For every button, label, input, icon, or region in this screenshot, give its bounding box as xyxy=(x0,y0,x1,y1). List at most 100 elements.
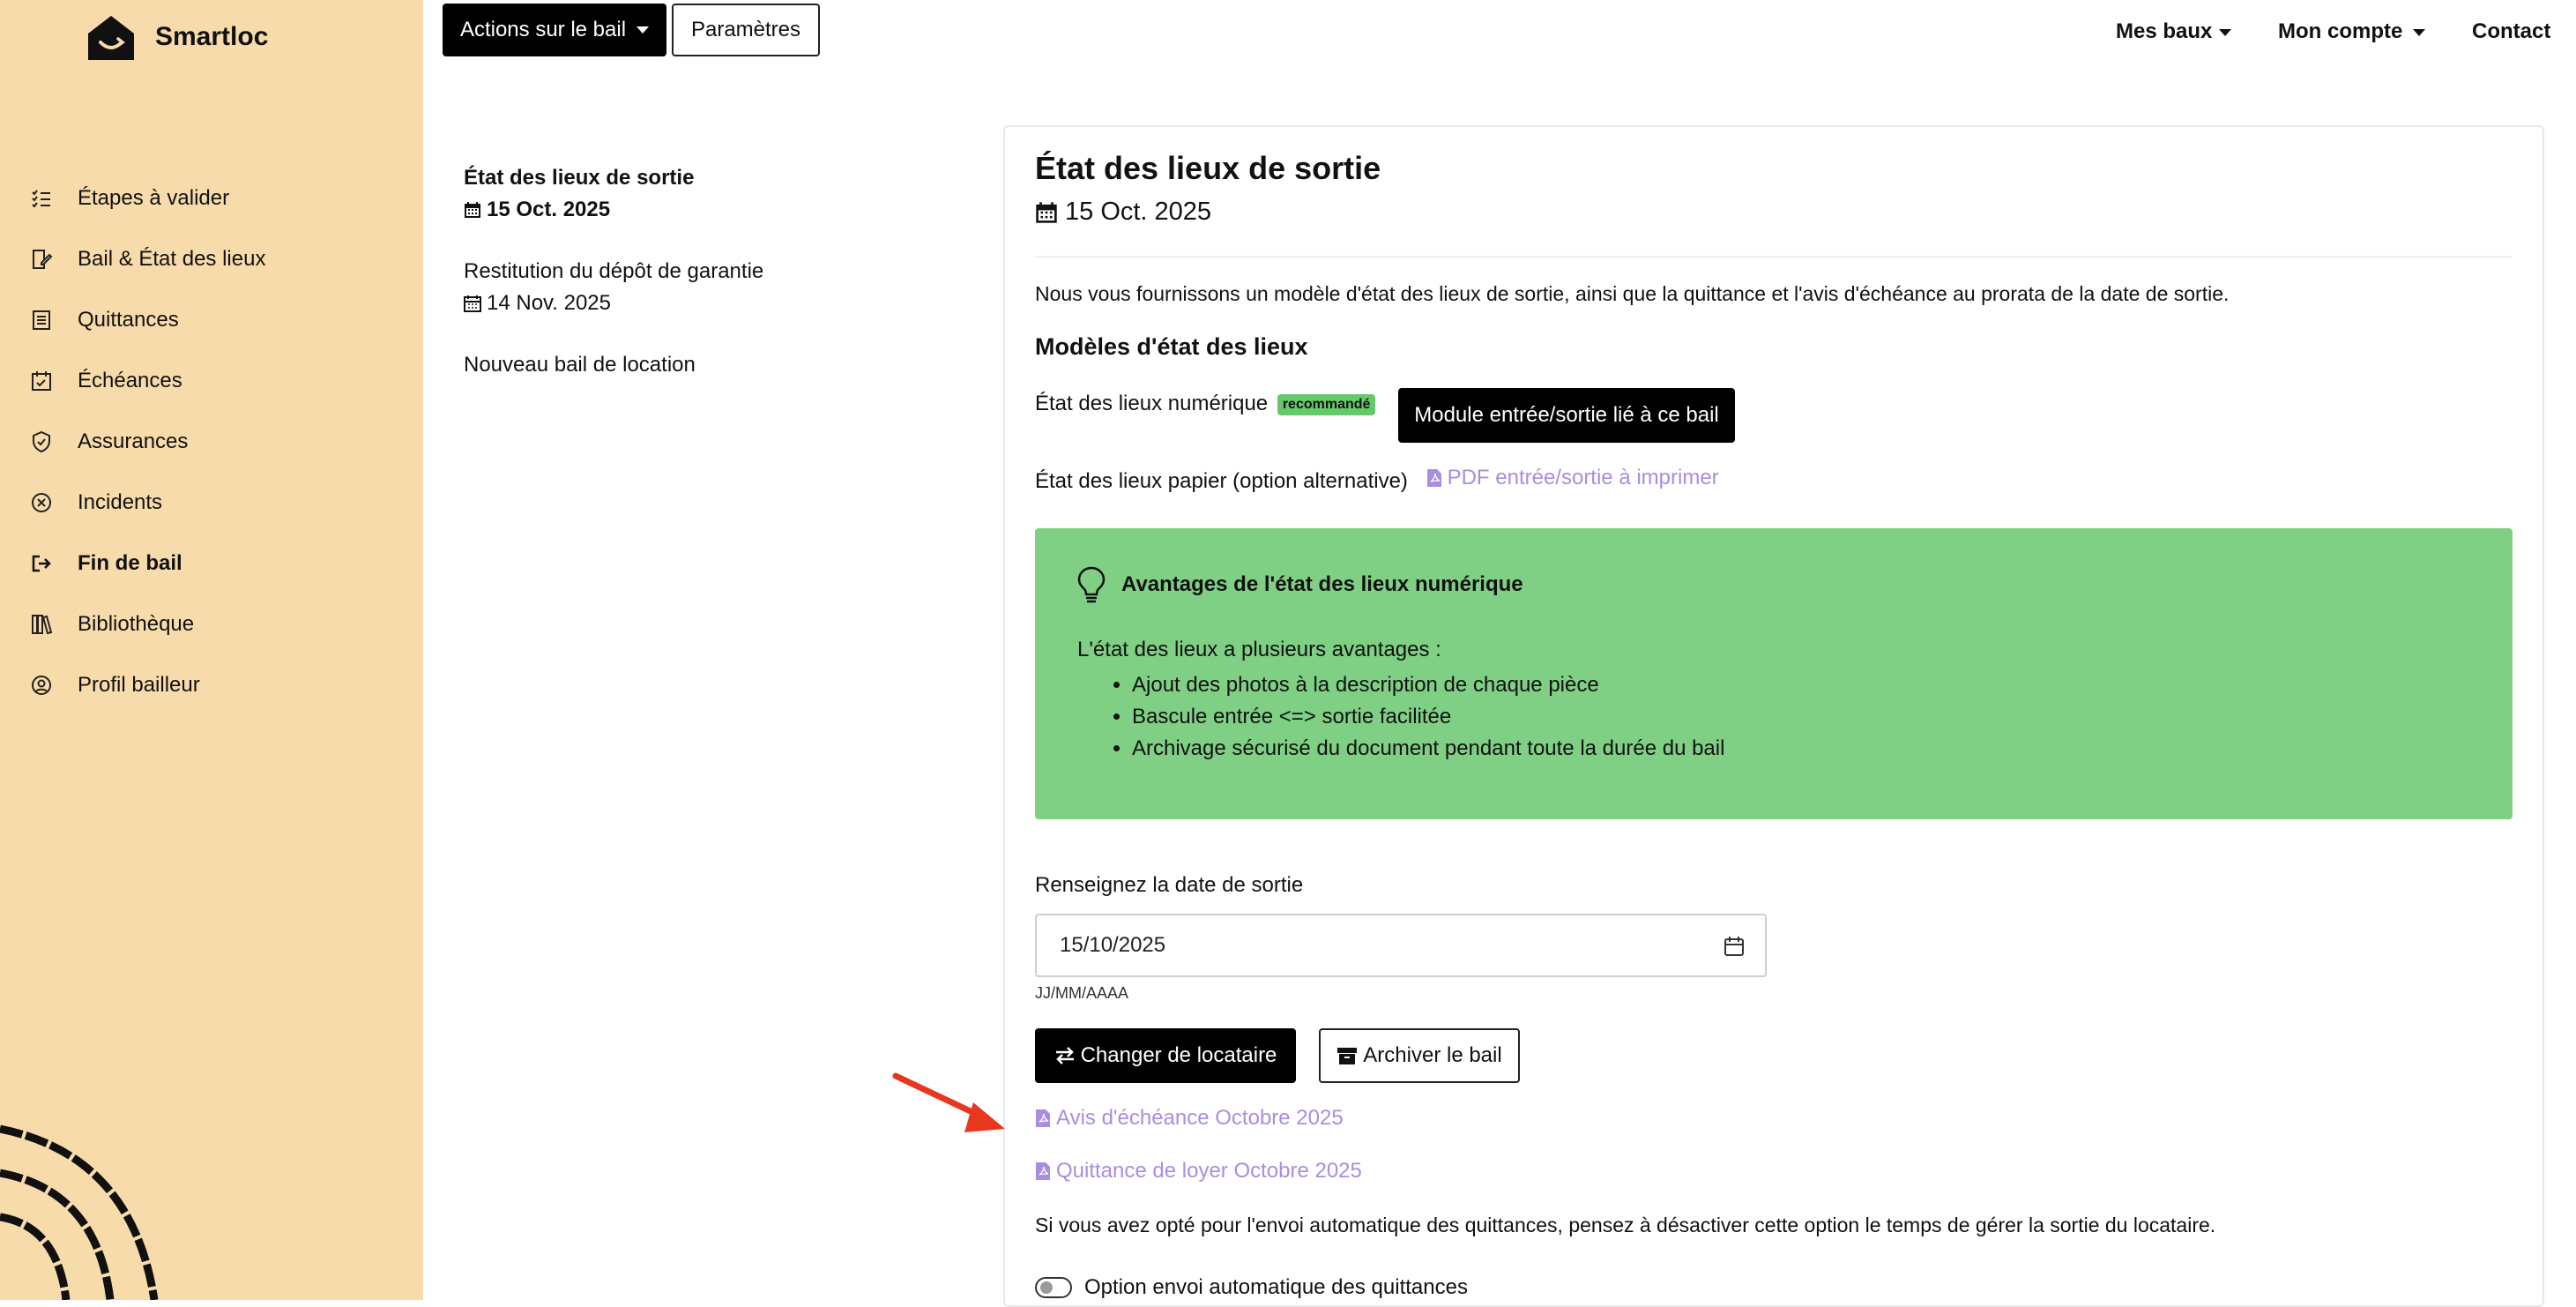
contact-label: Contact xyxy=(2472,19,2551,43)
timeline-step-title: Nouveau bail de location xyxy=(464,353,696,377)
change-tenant-label: Changer de locataire xyxy=(1080,1043,1277,1067)
caret-down-icon xyxy=(2219,28,2232,36)
sidebar-item-profil[interactable]: Profil bailleur xyxy=(30,654,265,715)
card-date-text: 15 Oct. 2025 xyxy=(1065,198,1212,226)
sidebar-item-incidents[interactable]: Incidents xyxy=(30,472,265,533)
sidebar-item-label: Fin de bail xyxy=(78,550,182,575)
receipt-icon xyxy=(30,309,53,332)
sidebar-item-echeances[interactable]: Échéances xyxy=(30,350,265,411)
exit-timeline: État des lieux de sortie 15 Oct. 2025 Re… xyxy=(464,162,957,381)
numeric-label: État des lieux numérique xyxy=(1035,392,1269,415)
checklist-icon xyxy=(30,187,53,210)
sidebar-item-label: Échéances xyxy=(78,368,182,392)
advantages-list: Ajout des photos à la description de cha… xyxy=(1132,669,1724,765)
due-notice-link-text: Avis d'échéance Octobre 2025 xyxy=(1056,1106,1344,1130)
contact-link[interactable]: Contact xyxy=(2472,19,2550,44)
notice-link-row: Avis d'échéance Octobre 2025 xyxy=(1035,1106,1344,1133)
mes-baux-label: Mes baux xyxy=(2116,19,2213,43)
brand[interactable]: Smartloc xyxy=(85,11,268,63)
recommended-badge: recommandé xyxy=(1277,393,1376,415)
sidebar-item-bail[interactable]: Bail & État des lieux xyxy=(30,228,265,289)
calendar-check-icon xyxy=(30,370,53,392)
sidebar-item-assurances[interactable]: Assurances xyxy=(30,411,265,472)
x-circle-icon xyxy=(30,491,53,514)
exit-inventory-card: État des lieux de sortie 15 Oct. 2025 No… xyxy=(1003,125,2544,1307)
pdf-file-icon xyxy=(1426,469,1441,487)
calendar-picker-icon[interactable] xyxy=(1723,935,1746,958)
advantages-title: Avantages de l'état des lieux numérique xyxy=(1121,572,1523,596)
calendar-icon xyxy=(1036,201,1057,223)
parametres-button[interactable]: Paramètres xyxy=(672,4,820,56)
module-button-label: Module entrée/sortie lié à ce bail xyxy=(1414,403,1719,427)
due-notice-link[interactable]: Avis d'échéance Octobre 2025 xyxy=(1035,1106,1344,1131)
mon-compte-label: Mon compte xyxy=(2278,19,2403,43)
sidebar-item-label: Profil bailleur xyxy=(78,672,200,697)
calendar-icon xyxy=(464,295,481,312)
exit-icon xyxy=(30,552,53,575)
exit-date-input[interactable]: 15/10/2025 xyxy=(1035,914,1767,977)
auto-send-note: Si vous avez opté pour l'envoi automatiq… xyxy=(1035,1214,2216,1236)
sidebar-item-label: Assurances xyxy=(78,429,189,453)
sidebar-item-bibliotheque[interactable]: Bibliothèque xyxy=(30,594,265,654)
actions-dropdown-button[interactable]: Actions sur le bail xyxy=(443,4,666,56)
parametres-label: Paramètres xyxy=(690,18,801,41)
swap-arrows-icon xyxy=(1055,1047,1074,1064)
lightbulb-icon xyxy=(1077,566,1106,603)
module-entree-sortie-button[interactable]: Module entrée/sortie lié à ce bail xyxy=(1398,388,1735,443)
sidebar-item-label: Étapes à valider xyxy=(78,185,230,210)
list-item: Archivage sécurisé du document pendant t… xyxy=(1132,733,1724,765)
timeline-date-text: 14 Nov. 2025 xyxy=(487,291,611,315)
paper-option-row: État des lieux papier (option alternativ… xyxy=(1035,466,1719,494)
timeline-date-text: 15 Oct. 2025 xyxy=(487,198,611,221)
rent-receipt-link-text: Quittance de loyer Octobre 2025 xyxy=(1056,1159,1362,1183)
sidebar-item-quittances[interactable]: Quittances xyxy=(30,289,265,350)
pdf-file-icon xyxy=(1036,1109,1050,1127)
sidebar: Smartloc Étapes à valider Bail & État de… xyxy=(0,0,423,1300)
paper-label: État des lieux papier (option alternativ… xyxy=(1035,469,1408,493)
timeline-step-date: 15 Oct. 2025 xyxy=(464,194,957,226)
divider xyxy=(1035,256,2513,258)
change-tenant-button[interactable]: Changer de locataire xyxy=(1035,1028,1296,1083)
auto-send-toggle[interactable] xyxy=(1035,1277,1072,1298)
calendar-icon xyxy=(465,202,480,218)
mon-compte-dropdown[interactable]: Mon compte xyxy=(2278,19,2426,44)
archive-lease-button[interactable]: Archiver le bail xyxy=(1319,1028,1520,1083)
advantages-box: Avantages de l'état des lieux numérique … xyxy=(1035,528,2513,819)
top-bar: Actions sur le bail Paramètres Mes baux … xyxy=(423,0,2576,62)
caret-down-icon xyxy=(2413,28,2426,36)
sidebar-item-fin-de-bail[interactable]: Fin de bail xyxy=(30,533,265,594)
date-field-label: Renseignez la date de sortie xyxy=(1035,873,1304,897)
mes-baux-dropdown[interactable]: Mes baux xyxy=(2116,19,2232,44)
timeline-step-date: 14 Nov. 2025 xyxy=(464,288,957,319)
timeline-step-title: Restitution du dépôt de garantie xyxy=(464,259,764,283)
logo-icon xyxy=(88,16,134,60)
archive-box-icon xyxy=(1337,1048,1358,1064)
sidebar-item-label: Quittances xyxy=(78,307,179,332)
user-circle-icon xyxy=(30,674,53,697)
list-item: Bascule entrée <=> sortie facilitée xyxy=(1132,701,1724,733)
date-format-hint: JJ/MM/AAAA xyxy=(1035,984,1129,1002)
rent-receipt-link[interactable]: Quittance de loyer Octobre 2025 xyxy=(1035,1159,1362,1184)
sidebar-nav: Étapes à valider Bail & État des lieux Q… xyxy=(30,168,265,715)
annotation-arrow-icon xyxy=(892,1072,1005,1132)
decorative-swirl xyxy=(0,1124,159,1300)
toggle-knob xyxy=(1040,1281,1053,1294)
receipt-link-row: Quittance de loyer Octobre 2025 xyxy=(1035,1159,1362,1186)
shield-icon xyxy=(30,430,53,453)
caret-down-icon xyxy=(637,26,650,34)
pdf-link-text: PDF entrée/sortie à imprimer xyxy=(1447,466,1719,489)
page-title: État des lieux de sortie xyxy=(1035,150,1381,186)
date-value: 15/10/2025 xyxy=(1060,933,1166,957)
intro-text: Nous vous fournissons un modèle d'état d… xyxy=(1035,282,2230,305)
card-date: 15 Oct. 2025 xyxy=(1035,198,1211,227)
sidebar-item-etapes[interactable]: Étapes à valider xyxy=(30,168,265,228)
pdf-file-icon xyxy=(1036,1162,1050,1180)
timeline-step-title: État des lieux de sortie xyxy=(464,166,695,190)
pdf-print-link[interactable]: PDF entrée/sortie à imprimer xyxy=(1426,466,1719,490)
sidebar-item-label: Bibliothèque xyxy=(78,611,195,636)
actions-label: Actions sur le bail xyxy=(459,18,627,41)
sidebar-item-label: Bail & État des lieux xyxy=(78,246,266,271)
archive-label: Archiver le bail xyxy=(1363,1043,1502,1067)
books-icon xyxy=(30,613,53,636)
advantages-intro: L'état des lieux a plusieurs avantages : xyxy=(1077,638,1441,661)
